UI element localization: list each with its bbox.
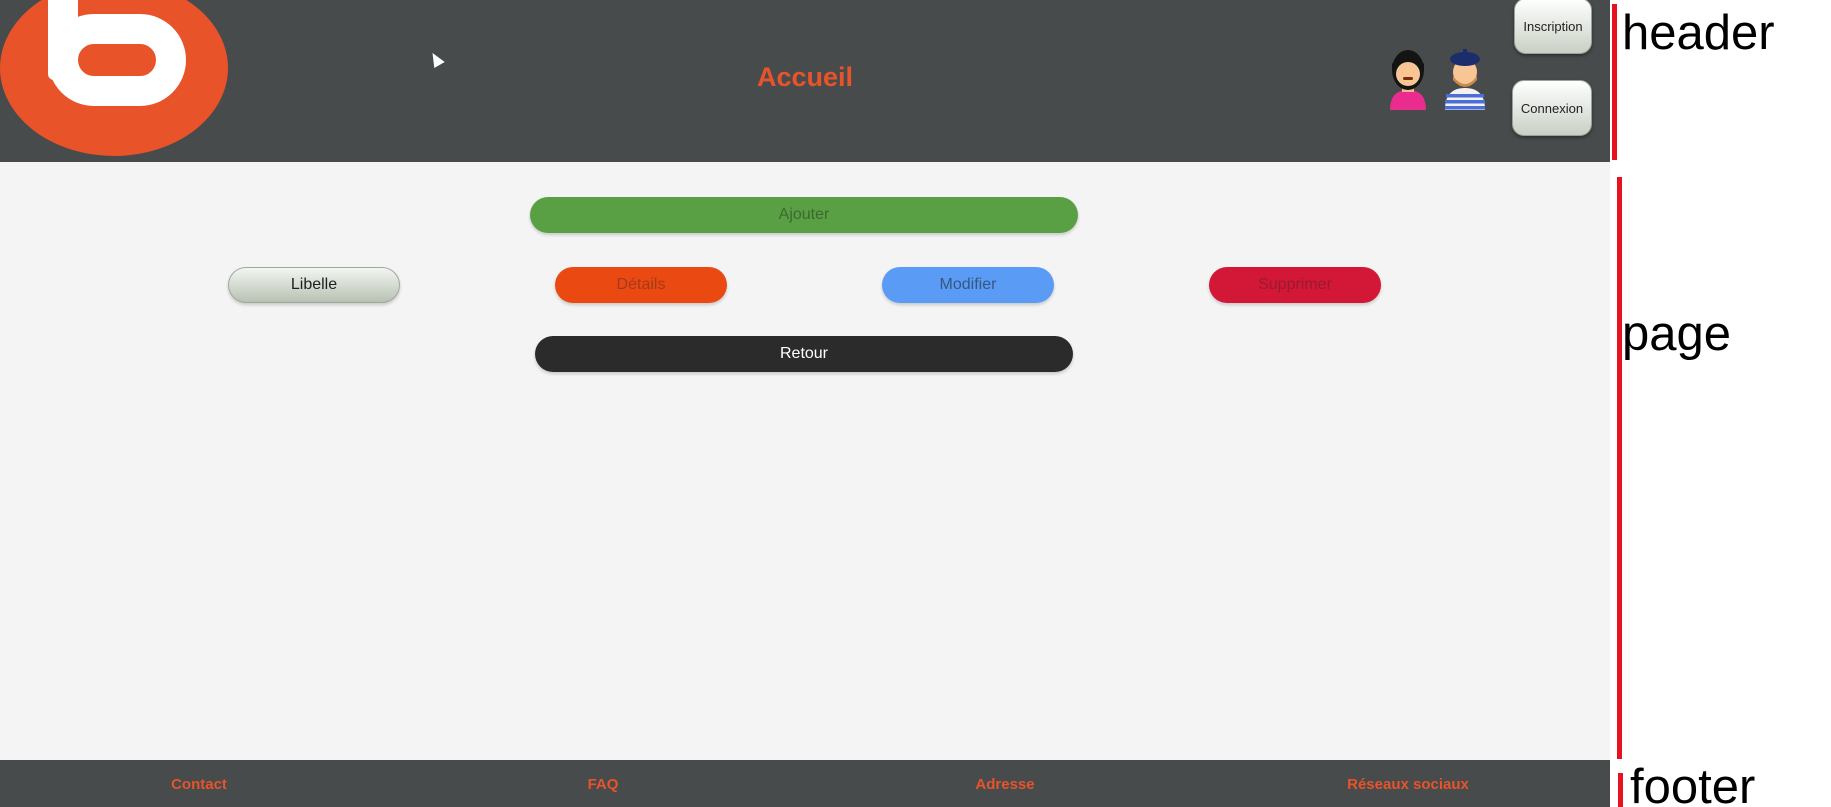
footer-annotation-label: footer: [1630, 760, 1756, 807]
screenshot-frame: Accueil Inscription Connexion Ajouter Li…: [0, 0, 1831, 807]
page-title[interactable]: Accueil: [700, 62, 910, 93]
modify-button[interactable]: Modifier: [882, 267, 1054, 303]
man-avatar-icon: [1445, 49, 1485, 110]
woman-avatar-icon: [1390, 50, 1426, 110]
header-annotation-label: header: [1622, 6, 1775, 60]
header: Accueil Inscription Connexion: [0, 0, 1610, 162]
footer-link-adresse[interactable]: Adresse: [895, 776, 1115, 793]
libelle-button[interactable]: Libelle: [228, 267, 400, 303]
details-button[interactable]: Détails: [555, 267, 727, 303]
footer-link-faq[interactable]: FAQ: [493, 776, 713, 793]
footer-link-reseaux-sociaux[interactable]: Réseaux sociaux: [1298, 776, 1518, 793]
back-button[interactable]: Retour: [535, 336, 1073, 372]
footer-link-contact[interactable]: Contact: [89, 776, 309, 793]
page-content: Ajouter Libelle Détails Modifier Supprim…: [0, 162, 1610, 760]
page-annotation-label: page: [1622, 307, 1732, 361]
logo-bowl: [48, 14, 186, 106]
logo-icon[interactable]: [0, 0, 228, 156]
header-annotation-bar: [1612, 4, 1617, 160]
footer: Contact FAQ Adresse Réseaux sociaux: [0, 760, 1610, 807]
inscription-button[interactable]: Inscription: [1514, 0, 1592, 54]
delete-button[interactable]: Supprimer: [1209, 267, 1381, 303]
add-button[interactable]: Ajouter: [530, 197, 1078, 233]
footer-annotation-bar: [1618, 773, 1623, 807]
page-annotation-bar: [1617, 177, 1622, 759]
connexion-button[interactable]: Connexion: [1512, 80, 1592, 136]
mouse-cursor-icon: [427, 49, 445, 69]
